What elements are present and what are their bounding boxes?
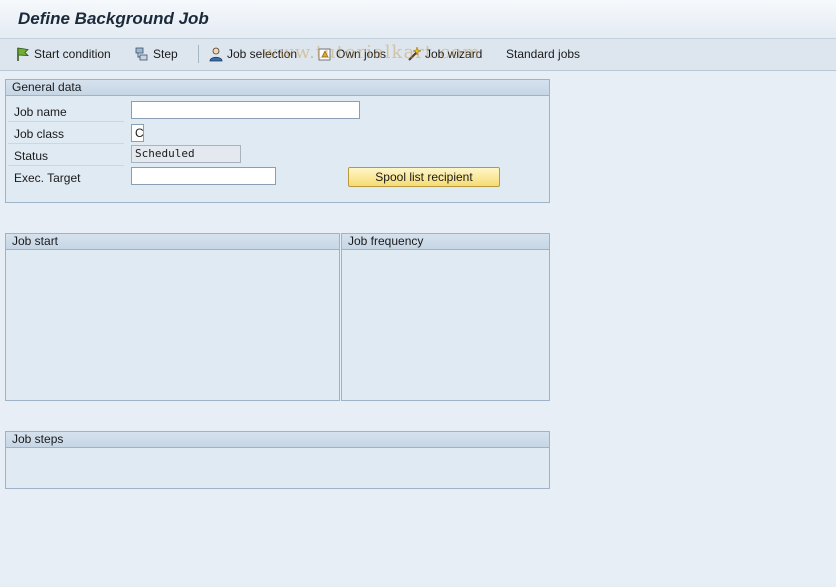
- job-start-panel: Job start: [5, 233, 340, 401]
- job-class-label: Job class: [14, 127, 65, 141]
- exec-target-row: Exec. Target: [8, 167, 124, 187]
- start-condition-label: Start condition: [34, 47, 111, 61]
- step-label: Step: [153, 47, 178, 61]
- wand-icon: [408, 46, 422, 61]
- job-selection-label: Job selection: [227, 47, 298, 61]
- job-name-input[interactable]: [131, 101, 360, 119]
- user-icon: [209, 47, 223, 62]
- exec-target-label: Exec. Target: [14, 171, 81, 185]
- status-label: Status: [14, 149, 49, 163]
- spool-list-recipient-button[interactable]: Spool list recipient: [348, 167, 500, 187]
- job-name-label: Job name: [14, 105, 67, 119]
- own-jobs-icon: [318, 48, 331, 61]
- job-wizard-button[interactable]: Job wizard: [406, 45, 482, 63]
- flag-icon: [17, 47, 30, 61]
- job-steps-header: Job steps: [6, 432, 549, 448]
- job-start-header: Job start: [6, 234, 339, 250]
- toolbar-separator: [198, 45, 199, 63]
- step-button[interactable]: Step: [134, 45, 178, 63]
- job-steps-panel: Job steps: [5, 431, 550, 489]
- job-class-input[interactable]: C: [131, 124, 144, 142]
- application-toolbar: Start condition Step Job selection Own j…: [0, 39, 836, 71]
- standard-jobs-label: Standard jobs: [506, 47, 581, 61]
- page-title: Define Background Job: [18, 9, 209, 28]
- general-data-header: General data: [6, 80, 549, 96]
- job-frequency-panel: Job frequency: [341, 233, 550, 401]
- job-frequency-header: Job frequency: [342, 234, 549, 250]
- status-row: Status: [8, 145, 124, 166]
- title-bar: Define Background Job: [0, 0, 836, 39]
- job-class-row: Job class: [8, 123, 124, 144]
- exec-target-input[interactable]: [131, 167, 276, 185]
- own-jobs-button[interactable]: Own jobs: [317, 45, 386, 63]
- job-wizard-label: Job wizard: [425, 47, 483, 61]
- step-icon: [135, 47, 148, 61]
- job-name-row: Job name: [8, 101, 124, 122]
- standard-jobs-button[interactable]: Standard jobs: [506, 45, 580, 63]
- job-selection-button[interactable]: Job selection: [208, 45, 297, 63]
- status-field: Scheduled: [131, 145, 241, 163]
- own-jobs-label: Own jobs: [336, 47, 387, 61]
- start-condition-button[interactable]: Start condition: [15, 45, 111, 63]
